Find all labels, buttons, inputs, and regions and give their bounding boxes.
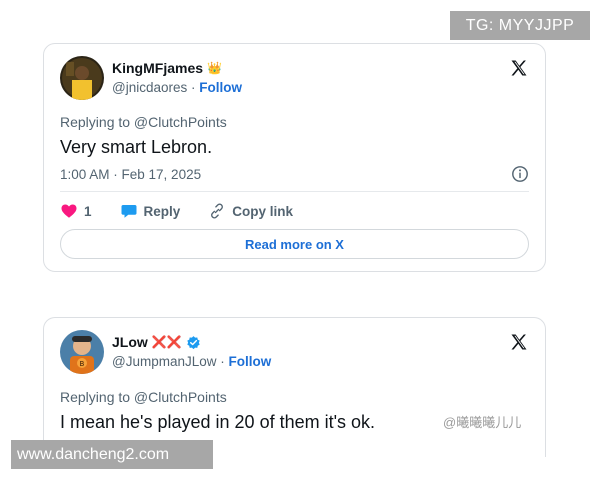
avatar[interactable]: [60, 56, 104, 100]
verified-badge-icon: [186, 335, 200, 349]
author-handle[interactable]: @jnicdaores: [112, 80, 187, 95]
author-handle-row: @JumpmanJLow · Follow: [112, 354, 271, 369]
link-icon: [211, 203, 224, 219]
separator-dot: ·: [220, 354, 225, 369]
author-handle[interactable]: @JumpmanJLow: [112, 354, 217, 369]
author-name[interactable]: KingMFjames: [112, 60, 203, 76]
like-count: 1: [84, 203, 92, 219]
follow-button[interactable]: Follow: [229, 354, 272, 369]
reply-bubble-icon: [121, 205, 137, 218]
site-url-banner: www.dancheng2.com: [11, 440, 213, 469]
copy-link-label: Copy link: [232, 203, 294, 219]
divider: [60, 191, 529, 192]
tweet-card-1: KingMFjames 👑 @jnicdaores · Follow Reply…: [43, 43, 546, 272]
tg-watermark-banner: TG: MYYJJPP: [450, 11, 590, 40]
tweet-text: I mean he's played in 20 of them it's ok…: [60, 412, 376, 432]
svg-text:B: B: [80, 360, 85, 368]
read-more-button[interactable]: Read more on X: [60, 229, 529, 259]
tweet-text: Very smart Lebron.: [60, 137, 213, 157]
info-icon[interactable]: [511, 165, 529, 183]
x-logo-icon[interactable]: [509, 58, 529, 78]
heart-icon: [61, 204, 77, 218]
reply-label: Reply: [143, 203, 181, 219]
like-button[interactable]: 1: [60, 202, 92, 220]
follow-button[interactable]: Follow: [199, 80, 242, 95]
author-name-row: JLow ❌❌: [112, 334, 201, 350]
replying-to[interactable]: Replying to @ClutchPoints: [60, 114, 227, 130]
copy-link-button[interactable]: Copy link: [208, 202, 293, 220]
reply-button[interactable]: Reply: [120, 202, 181, 220]
cross-mark-emoji: ❌❌: [151, 335, 182, 349]
tweet-card-2: B JLow ❌❌ @JumpmanJLow · Follow Replying…: [43, 317, 546, 457]
tweet-timestamp[interactable]: 1:00 AM · Feb 17, 2025: [60, 167, 201, 182]
x-logo-icon[interactable]: [509, 332, 529, 352]
author-handle-row: @jnicdaores · Follow: [112, 80, 242, 95]
replying-to[interactable]: Replying to @ClutchPoints: [60, 389, 227, 405]
separator-dot: ·: [191, 80, 196, 95]
action-bar: 1 Reply Copy link: [60, 202, 321, 220]
avatar[interactable]: B: [60, 330, 104, 374]
author-name[interactable]: JLow: [112, 334, 148, 350]
source-watermark: @曦曦曦儿儿: [443, 415, 522, 430]
crown-emoji: 👑: [207, 61, 222, 75]
author-name-row: KingMFjames 👑: [112, 60, 222, 76]
